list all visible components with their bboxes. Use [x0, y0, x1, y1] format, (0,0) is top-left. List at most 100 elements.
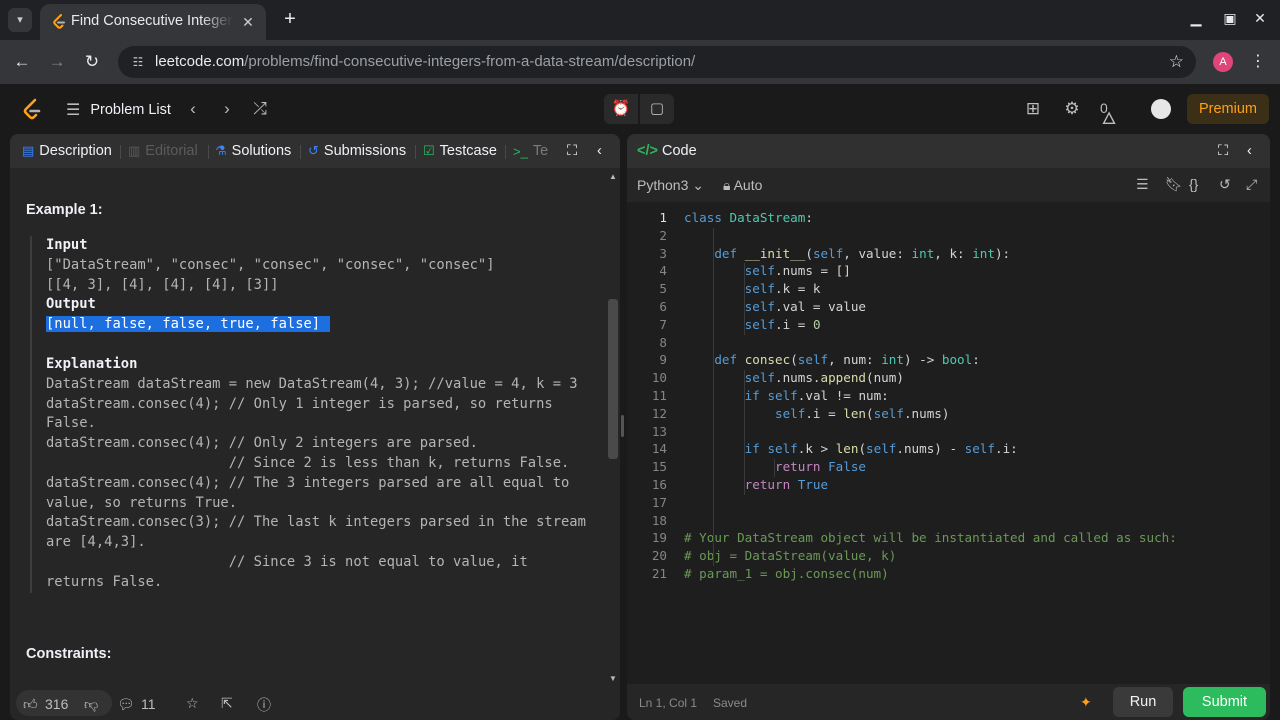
- premium-button[interactable]: Premium: [1187, 94, 1269, 124]
- code-icon: </>: [637, 143, 658, 159]
- description-footer: 👍︎ 316 👎︎ 💬︎ 11 ☆ ⇱ ⓘ: [10, 684, 620, 720]
- indent-guide: [743, 263, 745, 335]
- back-arrow-icon[interactable]: ←: [11, 51, 33, 73]
- comment-count: 11: [141, 696, 156, 712]
- tab-testcase[interactable]: ☑ Testcase: [423, 143, 497, 159]
- minimize-icon[interactable]: ▁: [1186, 10, 1206, 27]
- input-line-2: [[4, 3], [4], [4], [4], [3]]: [46, 276, 279, 293]
- new-tab-button[interactable]: +: [278, 8, 302, 32]
- user-avatar[interactable]: [1151, 99, 1171, 119]
- run-button[interactable]: Run: [1113, 687, 1173, 717]
- code-line[interactable]: # obj = DataStream(value, k): [684, 548, 896, 563]
- fullscreen-icon[interactable]: ⤢: [1246, 176, 1257, 193]
- code-editor[interactable]: 1 class DataStream: 2 3 def __init__(self, …: [627, 202, 1270, 684]
- collapse-panel-icon[interactable]: ‹: [597, 143, 602, 159]
- code-line[interactable]: self.i = 0: [684, 317, 821, 332]
- tab-solutions[interactable]: ⚗ Solutions: [215, 143, 291, 159]
- tab-divider: [505, 145, 506, 159]
- constraints-title: Constraints:: [26, 646, 112, 662]
- language-select[interactable]: Python3 ⌄: [637, 177, 704, 194]
- help-icon[interactable]: ⓘ: [257, 695, 271, 715]
- reset-icon[interactable]: ↺: [1219, 176, 1231, 193]
- leetcode-logo-icon[interactable]: [22, 98, 42, 122]
- tab-divider: [300, 145, 301, 159]
- code-line[interactable]: self.val = value: [684, 299, 866, 314]
- format-icon[interactable]: ☰: [1136, 176, 1149, 193]
- favorite-star-icon[interactable]: ☆: [186, 695, 199, 712]
- line-number: 20: [651, 548, 667, 564]
- debug-icon[interactable]: ✦: [1080, 694, 1092, 711]
- maximize-icon[interactable]: ▣: [1220, 10, 1240, 27]
- editor-scrollbar[interactable]: [1255, 272, 1263, 720]
- example-block: Input ["DataStream", "consec", "consec",…: [30, 236, 590, 593]
- tab-divider: [120, 145, 121, 159]
- explanation-text: DataStream dataStream = new DataStream(4…: [46, 375, 586, 590]
- reload-icon[interactable]: ↻: [81, 51, 103, 73]
- description-content: Example 1: Input ["DataStream", "consec"…: [10, 168, 606, 678]
- bookmark-star-icon[interactable]: ☆: [1169, 52, 1184, 72]
- submit-button[interactable]: Submit: [1183, 687, 1266, 717]
- notes-icon[interactable]: ▢: [640, 94, 674, 124]
- line-number: 3: [659, 245, 667, 261]
- panel-resize-handle[interactable]: [621, 415, 624, 437]
- code-line[interactable]: if self.val != num:: [684, 388, 889, 403]
- timer-icon[interactable]: ⏰: [604, 94, 638, 124]
- code-panel: </> Code ⛶ ‹ Python3 ⌄ 🔒︎ Auto ☰ 🔖︎ {} ↺…: [627, 134, 1270, 720]
- omnibox[interactable]: ☷ leetcode.com/problems/find-consecutive…: [118, 46, 1196, 78]
- line-number: 16: [651, 477, 667, 492]
- forward-arrow-icon[interactable]: →: [46, 51, 68, 73]
- thumbs-down-icon[interactable]: 👎︎: [84, 696, 98, 713]
- line-number: 14: [651, 441, 667, 457]
- maximize-editor-icon[interactable]: ⛶: [1218, 143, 1228, 159]
- next-problem-icon[interactable]: ›: [216, 99, 238, 119]
- shuffle-icon[interactable]: ⤮: [249, 99, 271, 119]
- code-line[interactable]: # param_1 = obj.consec(num): [684, 566, 889, 581]
- code-line[interactable]: if self.k > len(self.nums) - self.i:: [684, 441, 1018, 456]
- auto-mode[interactable]: 🔒︎ Auto: [723, 177, 762, 194]
- code-line[interactable]: self.nums.append(num): [684, 370, 904, 385]
- maximize-panel-icon[interactable]: ⛶: [567, 143, 577, 159]
- tab-close-icon[interactable]: ✕: [238, 12, 258, 32]
- browser-tab[interactable]: Find Consecutive Integers from a Data St…: [40, 4, 266, 40]
- problem-list-button[interactable]: ☰ Problem List: [66, 100, 171, 120]
- tab-description[interactable]: ▤ Description: [22, 143, 112, 159]
- window-close-icon[interactable]: ✕: [1250, 10, 1270, 27]
- code-line[interactable]: class DataStream:: [684, 210, 813, 225]
- prev-problem-icon[interactable]: ‹: [182, 99, 204, 119]
- code-line[interactable]: return True: [684, 477, 828, 492]
- code-line[interactable]: self.nums = []: [684, 263, 851, 278]
- output-value-selected[interactable]: [null, false, false, true, false]: [46, 316, 331, 333]
- code-line[interactable]: def __init__(self, value: int, k: int):: [684, 246, 1010, 261]
- tab-test-result[interactable]: >_ Te: [513, 143, 548, 159]
- description-tabs: ▤ Description ▥ Editorial ⚗ Solutions ↺ …: [10, 134, 620, 168]
- code-line[interactable]: def consec(self, num: int) -> bool:: [684, 352, 979, 367]
- url-text[interactable]: leetcode.com/problems/find-consecutive-i…: [155, 53, 695, 70]
- share-icon[interactable]: ⇱: [221, 695, 233, 712]
- scroll-thumb[interactable]: [608, 299, 618, 459]
- braces-icon[interactable]: {}: [1189, 176, 1198, 192]
- line-number: 5: [659, 281, 667, 297]
- tab-code[interactable]: </> Code: [637, 143, 697, 159]
- tab-submissions[interactable]: ↺ Submissions: [308, 143, 406, 159]
- tab-divider: [415, 145, 416, 159]
- browser-menu-icon[interactable]: ⋮: [1250, 51, 1266, 71]
- example-title: Example 1:: [26, 202, 103, 218]
- settings-gear-icon[interactable]: ⚙: [1061, 99, 1083, 119]
- history-icon: ↺: [308, 143, 319, 158]
- code-line[interactable]: self.i = len(self.nums): [684, 406, 949, 421]
- description-panel: ▤ Description ▥ Editorial ⚗ Solutions ↺ …: [10, 134, 620, 720]
- bookmark-icon[interactable]: 🔖︎: [1165, 176, 1183, 193]
- code-line[interactable]: self.k = k: [684, 281, 821, 296]
- layout-icon[interactable]: ⊞: [1022, 99, 1044, 119]
- thumbs-up-icon[interactable]: 👍︎: [23, 696, 38, 713]
- tab-editorial[interactable]: ▥ Editorial: [128, 143, 198, 159]
- site-info-icon[interactable]: ☷: [130, 54, 146, 70]
- code-line[interactable]: # Your DataStream object will be instant…: [684, 530, 1177, 545]
- tab-search-button[interactable]: ▾: [8, 8, 32, 32]
- collapse-editor-icon[interactable]: ‹: [1247, 143, 1252, 159]
- profile-avatar[interactable]: A: [1213, 52, 1233, 72]
- scroll-up-icon[interactable]: ▲: [608, 172, 618, 181]
- scroll-down-icon[interactable]: ▼: [608, 674, 618, 683]
- comment-icon[interactable]: 💬︎: [117, 696, 135, 713]
- line-number: 7: [659, 316, 667, 332]
